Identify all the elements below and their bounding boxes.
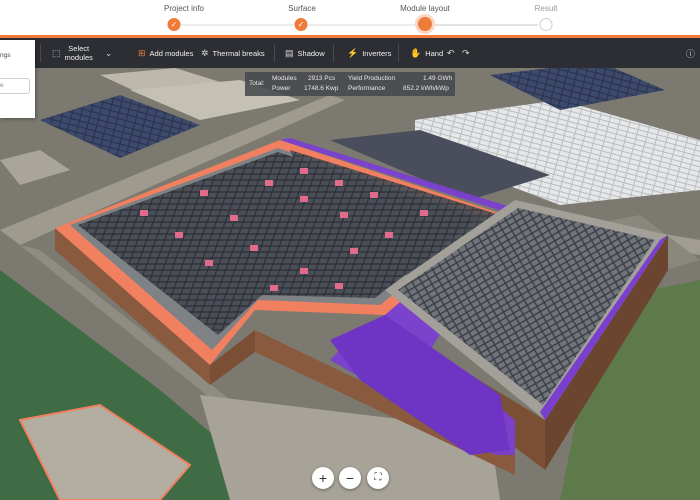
step-module-layout-dot[interactable]	[418, 17, 432, 31]
zoom-in-button[interactable]: +	[312, 467, 334, 489]
inverters-button[interactable]: ⚡ Inverters	[347, 38, 391, 68]
stats-performance-value: 852.2 kWh/kWp	[403, 85, 449, 92]
step-connector-2	[308, 24, 418, 26]
step-label-surface: Surface	[288, 4, 316, 13]
step-connector-1	[181, 24, 294, 26]
chevron-down-icon: ⌄	[104, 47, 113, 58]
select-modules-button[interactable]: ⬚ Select modules ⌄	[52, 38, 112, 68]
stats-panel: Total: Modules 2913 Pcs Power 1748.6 Kwp…	[245, 72, 455, 96]
undo-icon: ↶	[447, 47, 455, 58]
select-icon: ⬚	[52, 47, 61, 58]
hand-tool-button[interactable]: ✋ Hand	[410, 38, 443, 68]
step-result-dot[interactable]	[539, 18, 553, 31]
hand-label: Hand	[425, 48, 444, 58]
select-modules-label-line1: Select	[68, 44, 90, 53]
thermal-breaks-button[interactable]: ✲ Thermal breaks	[201, 38, 265, 68]
progress-stepper: Project info ✓ Surface ✓ Module layout R…	[0, 0, 700, 38]
stats-total-label: Total:	[249, 80, 265, 87]
shadow-button[interactable]: ▤ Shadow	[285, 38, 325, 68]
add-modules-label: Add modules	[149, 48, 194, 58]
select-modules-label-line2: modules	[64, 53, 93, 62]
stats-modules-value: 2913 Pcs	[308, 75, 336, 82]
stats-yield-value: 1.49 GWh	[423, 75, 453, 82]
stats-performance-label: Performance	[348, 85, 386, 92]
toolbar-divider	[333, 44, 334, 62]
step-connector-3	[432, 24, 538, 26]
step-label-project-info: Project info	[163, 4, 205, 13]
stats-power-value: 1748.6 Kwp	[304, 85, 339, 92]
view-reset-icon[interactable]: ⛶	[367, 467, 389, 489]
step-surface-check-icon[interactable]: ✓	[294, 18, 308, 31]
hand-icon: ✋	[410, 47, 422, 58]
shadow-label: Shadow	[297, 48, 325, 58]
inverters-icon: ⚡	[347, 47, 359, 58]
toolbar-divider	[398, 44, 399, 62]
app-viewport: Project info ✓ Surface ✓ Module layout R…	[0, 0, 700, 500]
thermal-breaks-icon: ✲	[201, 47, 209, 58]
settings-input[interactable]: e	[0, 78, 30, 94]
toolbar-divider	[274, 44, 275, 62]
step-label-result: Result	[534, 4, 558, 13]
toolbar-divider	[40, 44, 41, 62]
zoom-out-button[interactable]: −	[339, 467, 361, 489]
redo-button[interactable]: ↷	[462, 38, 470, 68]
info-icon: ⓘ	[686, 48, 696, 59]
add-modules-icon: ⊞	[138, 47, 146, 58]
settings-panel: ngs e	[0, 40, 35, 118]
stats-yield-label: Yield Production	[348, 75, 396, 82]
settings-label: ngs	[0, 52, 11, 59]
inverters-label: Inverters	[362, 48, 392, 58]
shadow-icon: ▤	[285, 47, 294, 58]
step-project-info-check-icon[interactable]: ✓	[167, 18, 181, 31]
stats-power-label: Power	[272, 85, 291, 92]
redo-icon: ↷	[462, 47, 470, 58]
stats-modules-label: Modules	[272, 75, 297, 82]
undo-button[interactable]: ↶	[447, 38, 455, 68]
toolbar: ⬚ Select modules ⌄ ⊞ Add modules ✲ Therm…	[0, 38, 700, 68]
thermal-breaks-label: Thermal breaks	[212, 48, 265, 58]
add-modules-button[interactable]: ⊞ Add modules	[138, 38, 193, 68]
info-button[interactable]: ⓘ	[686, 38, 695, 68]
step-label-module-layout: Module layout	[400, 4, 450, 13]
